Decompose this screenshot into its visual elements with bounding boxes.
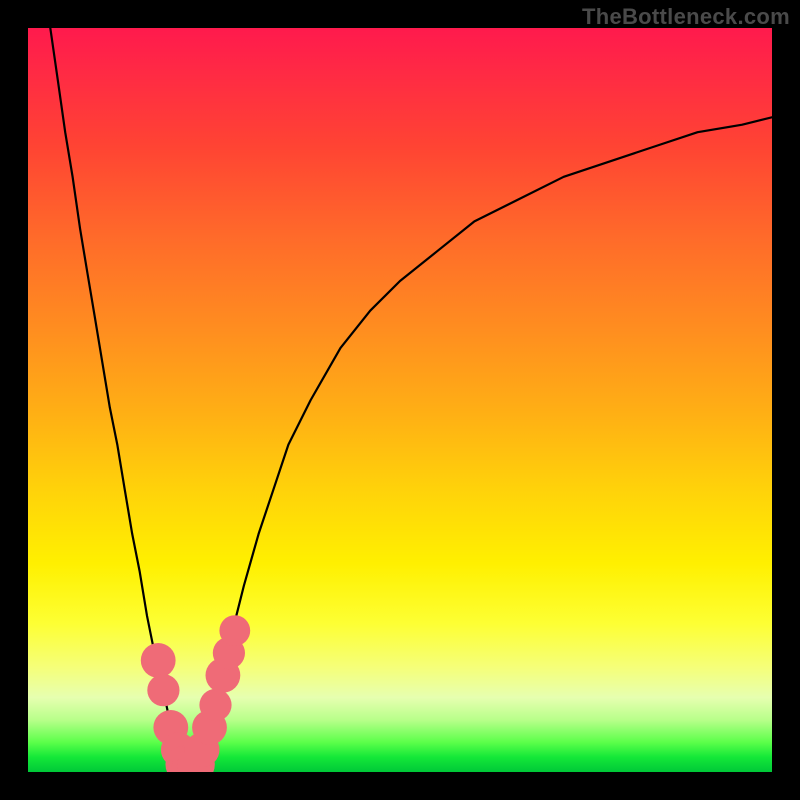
curve-marker: [141, 643, 176, 678]
marker-group: [141, 615, 250, 772]
chart-plot-area: [28, 28, 772, 772]
curve-marker: [199, 689, 231, 721]
curve-marker: [219, 615, 250, 646]
chart-svg: [28, 28, 772, 772]
watermark-text: TheBottleneck.com: [582, 4, 790, 30]
chart-frame: TheBottleneck.com: [0, 0, 800, 800]
curve-marker: [147, 674, 179, 706]
